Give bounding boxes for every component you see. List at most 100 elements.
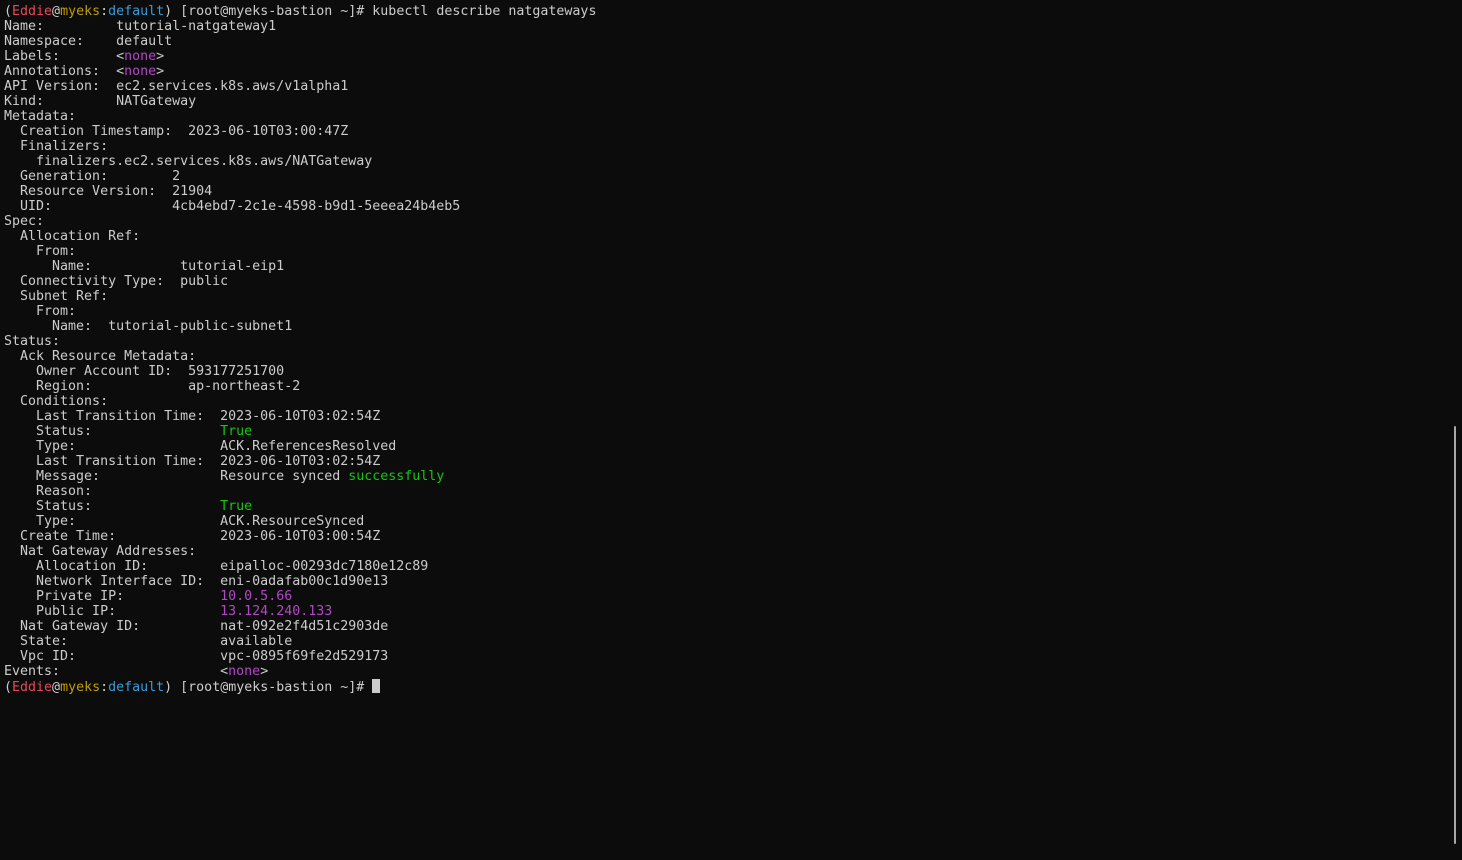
output-line: Name: tutorial-natgateway1 bbox=[4, 19, 596, 34]
output-line: Status: True bbox=[4, 424, 596, 439]
text-segment: Private IP: bbox=[4, 589, 221, 604]
text-segment: Subnet Ref: bbox=[4, 289, 109, 304]
text-segment: Name: tutorial-eip1 bbox=[4, 259, 285, 274]
output-line: Ack Resource Metadata: bbox=[4, 349, 596, 364]
text-user: Eddie bbox=[12, 680, 53, 695]
output-line: Status: bbox=[4, 334, 596, 349]
text-segment: Message: Resource synced bbox=[4, 469, 349, 484]
text-segment: Status: bbox=[4, 424, 221, 439]
output-line: State: available bbox=[4, 634, 596, 649]
text-segment: Generation: 2 bbox=[4, 169, 181, 184]
output-line: Name: tutorial-public-subnet1 bbox=[4, 319, 596, 334]
text-segment: Name: tutorial-natgateway1 bbox=[4, 19, 277, 34]
text-segment: Vpc ID: vpc-0895f69fe2d529173 bbox=[4, 649, 389, 664]
text-segment: : bbox=[100, 680, 109, 695]
output-line: Status: True bbox=[4, 499, 596, 514]
text-host: myeks bbox=[60, 680, 101, 695]
text-segment: Reason: bbox=[4, 484, 93, 499]
text-true: True bbox=[220, 424, 253, 439]
text-segment: Finalizers: bbox=[4, 139, 109, 154]
text-segment: API Version: ec2.services.k8s.aws/v1alph… bbox=[4, 79, 349, 94]
text-segment: Last Transition Time: 2023-06-10T03:02:5… bbox=[4, 454, 381, 469]
text-segment: State: available bbox=[4, 634, 293, 649]
output-line: Public IP: 13.124.240.133 bbox=[4, 604, 596, 619]
text-true: successfully bbox=[348, 469, 445, 484]
text-segment: Allocation ID: eipalloc-00293dc7180e12c8… bbox=[4, 559, 429, 574]
text-segment: Public IP: bbox=[4, 604, 221, 619]
text-host: myeks bbox=[60, 4, 101, 19]
text-segment: Status: bbox=[4, 334, 61, 349]
output-line: Labels: <none> bbox=[4, 49, 596, 64]
output-line: Conditions: bbox=[4, 394, 596, 409]
output-line: Create Time: 2023-06-10T03:00:54Z bbox=[4, 529, 596, 544]
text-segment: ) [root@myeks-bastion ~]# bbox=[164, 680, 373, 695]
prompt-line: (Eddie@myeks:default) [root@myeks-bastio… bbox=[4, 4, 596, 19]
text-segment: > bbox=[156, 49, 165, 64]
text-segment: Type: ACK.ResourceSynced bbox=[4, 514, 365, 529]
text-segment: ) [root@myeks-bastion ~]# kubectl descri… bbox=[164, 4, 597, 19]
text-segment: > bbox=[260, 664, 269, 679]
text-segment: Create Time: 2023-06-10T03:00:54Z bbox=[4, 529, 381, 544]
text-segment: Status: bbox=[4, 499, 221, 514]
text-segment: UID: 4cb4ebd7-2c1e-4598-b9d1-5eeea24b4eb… bbox=[4, 199, 461, 214]
scrollbar[interactable] bbox=[1450, 0, 1462, 860]
text-segment: Resource Version: 21904 bbox=[4, 184, 213, 199]
text-segment: Creation Timestamp: 2023-06-10T03:00:47Z bbox=[4, 124, 349, 139]
output-line: Type: ACK.ResourceSynced bbox=[4, 514, 596, 529]
text-context: default bbox=[108, 680, 165, 695]
text-ip: 13.124.240.133 bbox=[220, 604, 333, 619]
output-line: Subnet Ref: bbox=[4, 289, 596, 304]
text-none: none bbox=[124, 64, 157, 79]
text-none: none bbox=[124, 49, 157, 64]
text-segment: From: bbox=[4, 304, 77, 319]
scrollbar-thumb[interactable] bbox=[1454, 426, 1456, 844]
text-user: Eddie bbox=[12, 4, 53, 19]
text-segment: @ bbox=[52, 4, 61, 19]
text-segment: Spec: bbox=[4, 214, 45, 229]
output-line: Nat Gateway ID: nat-092e2f4d51c2903de bbox=[4, 619, 596, 634]
text-segment: : bbox=[100, 4, 109, 19]
prompt-line: (Eddie@myeks:default) [root@myeks-bastio… bbox=[4, 679, 596, 695]
output-line: From: bbox=[4, 244, 596, 259]
text-segment: finalizers.ec2.services.k8s.aws/NATGatew… bbox=[4, 154, 373, 169]
output-line: Reason: bbox=[4, 484, 596, 499]
text-context: default bbox=[108, 4, 165, 19]
output-line: From: bbox=[4, 304, 596, 319]
text-segment: Events: < bbox=[4, 664, 229, 679]
output-line: Namespace: default bbox=[4, 34, 596, 49]
output-line: Vpc ID: vpc-0895f69fe2d529173 bbox=[4, 649, 596, 664]
output-line: Name: tutorial-eip1 bbox=[4, 259, 596, 274]
text-segment: Labels: < bbox=[4, 49, 125, 64]
text-segment: Namespace: default bbox=[4, 34, 173, 49]
output-line: Last Transition Time: 2023-06-10T03:02:5… bbox=[4, 454, 596, 469]
text-segment: Annotations: < bbox=[4, 64, 125, 79]
text-segment: Connectivity Type: public bbox=[4, 274, 229, 289]
output-line: UID: 4cb4ebd7-2c1e-4598-b9d1-5eeea24b4eb… bbox=[4, 199, 596, 214]
text-segment: Name: tutorial-public-subnet1 bbox=[4, 319, 293, 334]
text-segment: Ack Resource Metadata: bbox=[4, 349, 197, 364]
output-line: Allocation ID: eipalloc-00293dc7180e12c8… bbox=[4, 559, 596, 574]
text-segment: ( bbox=[4, 4, 13, 19]
text-segment: @ bbox=[52, 680, 61, 695]
output-line: Allocation Ref: bbox=[4, 229, 596, 244]
text-segment: Metadata: bbox=[4, 109, 77, 124]
output-line: Events: <none> bbox=[4, 664, 596, 679]
text-true: True bbox=[220, 499, 253, 514]
text-segment: Last Transition Time: 2023-06-10T03:02:5… bbox=[4, 409, 381, 424]
output-line: Last Transition Time: 2023-06-10T03:02:5… bbox=[4, 409, 596, 424]
text-ip: 10.0.5.66 bbox=[220, 589, 293, 604]
output-line: Generation: 2 bbox=[4, 169, 596, 184]
text-segment: Nat Gateway ID: nat-092e2f4d51c2903de bbox=[4, 619, 389, 634]
output-line: finalizers.ec2.services.k8s.aws/NATGatew… bbox=[4, 154, 596, 169]
text-none: none bbox=[228, 664, 261, 679]
output-line: Finalizers: bbox=[4, 139, 596, 154]
text-segment: Region: ap-northeast-2 bbox=[4, 379, 301, 394]
output-line: Connectivity Type: public bbox=[4, 274, 596, 289]
text-segment: Conditions: bbox=[4, 394, 109, 409]
output-line: Spec: bbox=[4, 214, 596, 229]
terminal-window[interactable]: (Eddie@myeks:default) [root@myeks-bastio… bbox=[0, 0, 1462, 860]
text-segment: Owner Account ID: 593177251700 bbox=[4, 364, 285, 379]
terminal-output: (Eddie@myeks:default) [root@myeks-bastio… bbox=[4, 4, 596, 695]
output-line: Private IP: 10.0.5.66 bbox=[4, 589, 596, 604]
text-segment: From: bbox=[4, 244, 77, 259]
